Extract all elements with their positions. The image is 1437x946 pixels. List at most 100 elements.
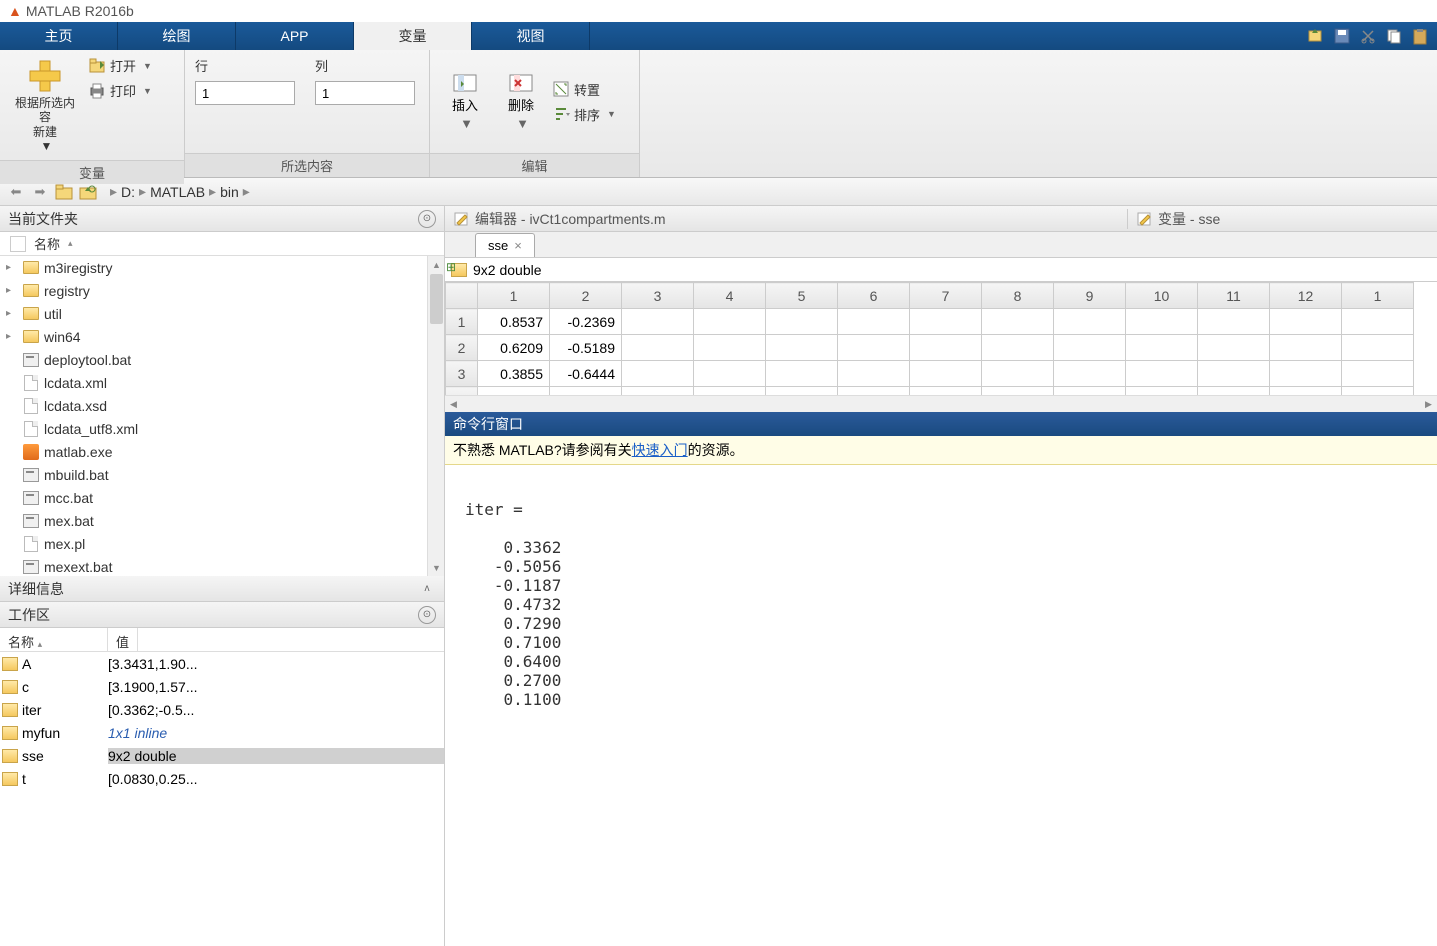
workspace-columns[interactable]: 名称 ▴ 值 — [0, 628, 444, 652]
file-row[interactable]: deploytool.bat — [0, 348, 444, 371]
col-header[interactable]: 12 — [1270, 283, 1342, 309]
grid-scrollbar[interactable]: ◀ ▶ — [445, 395, 1437, 412]
cell[interactable] — [1054, 335, 1126, 361]
quick-save-icon[interactable] — [1333, 27, 1351, 45]
file-row[interactable]: mbuild.bat — [0, 463, 444, 486]
cell[interactable] — [982, 335, 1054, 361]
transpose-button[interactable]: 转置 — [552, 80, 616, 99]
file-row[interactable]: lcdata_utf8.xml — [0, 417, 444, 440]
quick-import-icon[interactable] — [1307, 27, 1325, 45]
getting-started-link[interactable]: 快速入门 — [632, 442, 688, 458]
expand-icon[interactable]: ▸ — [6, 285, 18, 296]
workspace-row[interactable]: t[0.0830,0.25... — [0, 767, 444, 790]
row-input[interactable] — [195, 81, 295, 105]
cell[interactable] — [1126, 309, 1198, 335]
nav-back-icon[interactable]: ⬅ — [6, 182, 26, 202]
col-header[interactable]: 2 — [550, 283, 622, 309]
file-list-header[interactable]: 名称 ▴ — [0, 232, 444, 256]
expand-icon[interactable]: ▸ — [6, 308, 18, 319]
quick-copy-icon[interactable] — [1385, 27, 1403, 45]
cell[interactable] — [1270, 361, 1342, 387]
file-row[interactable]: matlab.exe — [0, 440, 444, 463]
cell[interactable] — [622, 361, 694, 387]
quick-paste-icon[interactable] — [1411, 27, 1429, 45]
cell[interactable] — [1342, 335, 1414, 361]
file-row[interactable]: lcdata.xml — [0, 371, 444, 394]
cell[interactable] — [1054, 309, 1126, 335]
panel-menu-icon[interactable]: ⊙ — [418, 210, 436, 228]
breadcrumb-d[interactable]: D: — [121, 184, 135, 200]
command-output[interactable]: iter = 0.3362 -0.5056 -0.1187 0.4732 0.7… — [445, 465, 1437, 946]
tab-apps[interactable]: APP — [236, 22, 354, 50]
cell[interactable]: 0.8537 — [478, 309, 550, 335]
scroll-thumb[interactable] — [430, 274, 443, 324]
breadcrumb-bin[interactable]: bin — [220, 184, 239, 200]
expand-up-icon[interactable]: ʌ — [418, 580, 436, 598]
col-header[interactable]: 10 — [1126, 283, 1198, 309]
scroll-down-icon[interactable]: ▼ — [428, 559, 444, 576]
cell[interactable]: -0.5189 — [550, 335, 622, 361]
print-button[interactable]: 打印▼ — [88, 81, 152, 100]
col-header[interactable]: 1 — [478, 283, 550, 309]
file-row[interactable]: ▸m3iregistry — [0, 256, 444, 279]
file-row[interactable]: ▸win64 — [0, 325, 444, 348]
cell[interactable] — [766, 361, 838, 387]
close-icon[interactable]: × — [514, 238, 522, 253]
cell[interactable] — [766, 309, 838, 335]
cell[interactable] — [694, 309, 766, 335]
cell[interactable] — [622, 309, 694, 335]
cell[interactable] — [1342, 309, 1414, 335]
scroll-left-icon[interactable]: ◀ — [445, 396, 462, 412]
cell[interactable] — [1198, 361, 1270, 387]
cell[interactable]: -0.6444 — [550, 361, 622, 387]
variable-tab-sse[interactable]: sse × — [475, 233, 535, 257]
cell[interactable]: -0.2369 — [550, 309, 622, 335]
breadcrumb-matlab[interactable]: MATLAB — [150, 184, 205, 200]
tab-variable[interactable]: 变量 — [354, 22, 472, 50]
expand-icon[interactable]: ▸ — [6, 262, 18, 273]
cell[interactable]: 0.6209 — [478, 335, 550, 361]
tab-plots[interactable]: 绘图 — [118, 22, 236, 50]
cell[interactable] — [1198, 309, 1270, 335]
col-header[interactable]: 7 — [910, 283, 982, 309]
file-row[interactable]: lcdata.xsd — [0, 394, 444, 417]
panel-menu-icon[interactable]: ⊙ — [418, 606, 436, 624]
col-header[interactable]: 4 — [694, 283, 766, 309]
file-row[interactable]: ▸util — [0, 302, 444, 325]
file-scrollbar[interactable]: ▲ ▼ — [427, 256, 444, 576]
nav-folder-icon[interactable] — [54, 183, 74, 201]
row-header[interactable]: 2 — [446, 335, 478, 361]
nav-forward-icon[interactable]: ➡ — [30, 182, 50, 202]
new-from-selection-button[interactable]: 根据所选内容 新建▼ — [10, 56, 80, 154]
col-header[interactable]: 11 — [1198, 283, 1270, 309]
cell[interactable] — [1270, 309, 1342, 335]
cell[interactable] — [982, 309, 1054, 335]
file-row[interactable]: mex.pl — [0, 532, 444, 555]
workspace-row[interactable]: c[3.1900,1.57... — [0, 675, 444, 698]
tab-view[interactable]: 视图 — [472, 22, 590, 50]
cell[interactable] — [622, 335, 694, 361]
file-row[interactable]: mexext.bat — [0, 555, 444, 576]
nav-up-icon[interactable] — [78, 183, 98, 201]
sort-button[interactable]: 排序▼ — [552, 105, 616, 124]
cell[interactable]: 0.3855 — [478, 361, 550, 387]
delete-button[interactable]: 删除▼ — [496, 73, 546, 131]
expand-icon[interactable]: ▸ — [6, 331, 18, 342]
cell[interactable] — [838, 309, 910, 335]
cell[interactable] — [694, 361, 766, 387]
cell[interactable] — [910, 361, 982, 387]
cell[interactable] — [1270, 335, 1342, 361]
col-header[interactable]: 5 — [766, 283, 838, 309]
scroll-right-icon[interactable]: ▶ — [1420, 396, 1437, 412]
cell[interactable] — [1126, 335, 1198, 361]
cell[interactable] — [838, 361, 910, 387]
details-header[interactable]: 详细信息 ʌ — [0, 576, 444, 602]
cell[interactable] — [838, 335, 910, 361]
col-header[interactable]: 6 — [838, 283, 910, 309]
col-header[interactable]: 3 — [622, 283, 694, 309]
file-row[interactable]: mex.bat — [0, 509, 444, 532]
cell[interactable] — [694, 335, 766, 361]
cell[interactable] — [766, 335, 838, 361]
workspace-row[interactable]: iter[0.3362;-0.5... — [0, 698, 444, 721]
cell[interactable] — [982, 361, 1054, 387]
